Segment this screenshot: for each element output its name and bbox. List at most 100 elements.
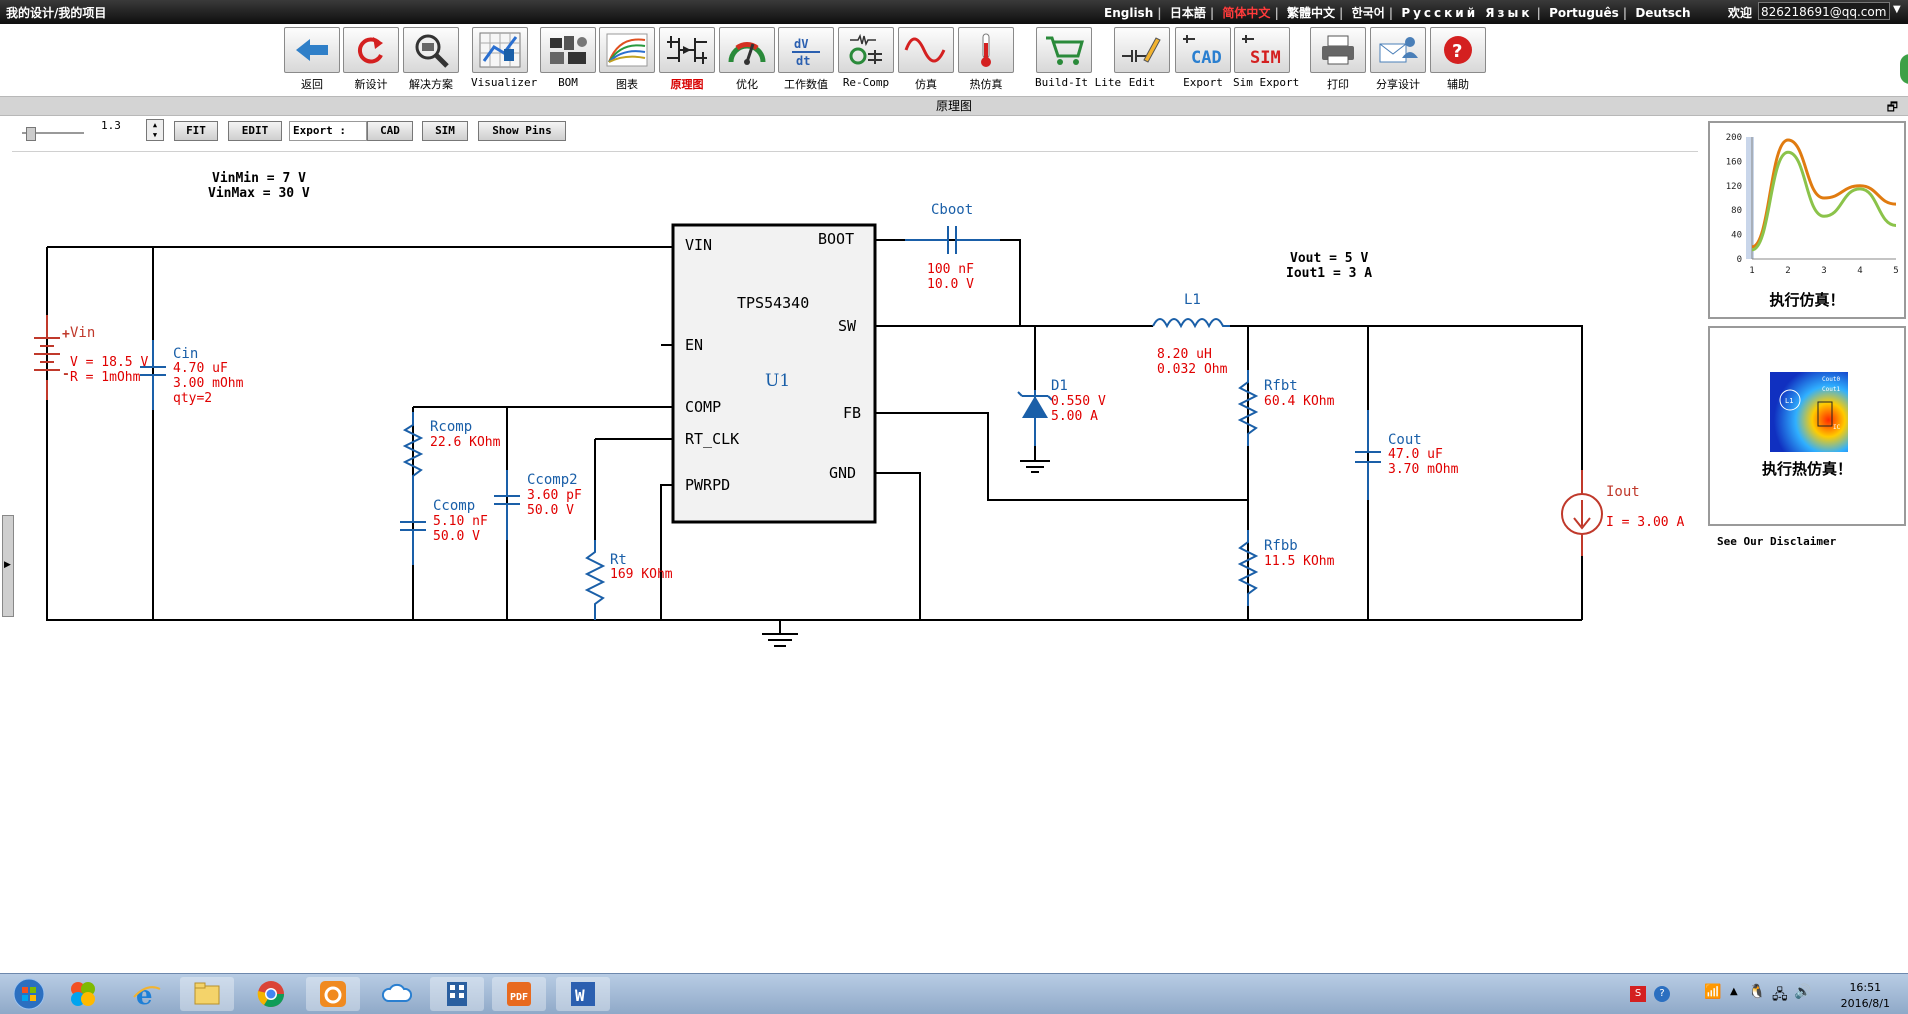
side-circle-icon[interactable] — [1900, 54, 1908, 84]
edit-button[interactable]: Edit — [1113, 27, 1171, 89]
thermal-sim-button[interactable]: 热仿真 — [957, 27, 1015, 92]
bom-label: BOM — [558, 76, 578, 89]
bom-button[interactable]: BOM — [539, 27, 597, 89]
help-button[interactable]: ? 辅助 — [1429, 27, 1487, 92]
lang-korean[interactable]: 한국어 — [1352, 6, 1385, 20]
chart-x-tick-label: 5 — [1893, 266, 1898, 276]
d1-voltage: 0.550 V — [1051, 394, 1106, 409]
printer-icon — [1310, 27, 1366, 73]
tray-help-icon[interactable]: ? — [1654, 986, 1670, 1002]
svg-text:e: e — [136, 981, 153, 1009]
schematic-canvas[interactable]: + - VinMin = 7 V VinMax = 30 V Vout = 5 … — [0, 152, 1700, 672]
lang-japanese[interactable]: 日本語 — [1170, 6, 1206, 20]
lang-traditional-chinese[interactable]: 繁體中文 — [1287, 6, 1335, 20]
start-orb-icon[interactable] — [2, 977, 56, 1011]
lang-portuguese[interactable]: Português — [1549, 6, 1619, 20]
chrome-icon[interactable] — [244, 977, 298, 1011]
current-source-icon — [1561, 470, 1603, 556]
thermal-panel[interactable]: L1 Cout0 Cout1 IC 执行热仿真！ — [1708, 326, 1906, 526]
schematic-button[interactable]: 原理图 — [658, 27, 716, 92]
cin-esr: 3.00 mOhm — [173, 376, 244, 391]
breadcrumb[interactable]: 我的设计/我的项目 — [6, 4, 106, 21]
edit-mode-button[interactable]: EDIT — [228, 121, 282, 141]
ie-icon[interactable]: e — [120, 977, 174, 1011]
chart-x-tick-label: 3 — [1821, 266, 1826, 276]
volume-icon[interactable]: 🔊 — [1794, 984, 1811, 1000]
ccomp2-name: Ccomp2 — [527, 472, 578, 488]
video-icon[interactable] — [430, 977, 484, 1011]
account-dropdown[interactable]: 826218691@qq.com — [1758, 2, 1890, 20]
lang-russian[interactable]: Русский Язык — [1401, 6, 1532, 20]
back-button[interactable]: 返回 — [283, 27, 341, 92]
build-it-lite-button[interactable]: Build-It Lite — [1035, 27, 1121, 89]
lang-simplified-chinese[interactable]: 简体中文 — [1222, 6, 1270, 20]
pdf-icon[interactable]: PDF — [492, 977, 546, 1011]
zoom-stepper[interactable]: ▲ ▼ — [146, 119, 164, 141]
sim-export-button[interactable]: SIM Sim Export — [1233, 27, 1299, 89]
pin-comp: COMP — [685, 398, 721, 416]
baidu-cloud-icon[interactable] — [370, 977, 424, 1011]
chevron-up-icon[interactable]: ▲ — [1730, 986, 1738, 997]
ccomp-voltage: 50.0 V — [433, 529, 480, 544]
word-icon[interactable]: W — [556, 977, 610, 1011]
zoom-slider[interactable] — [22, 121, 84, 141]
uc-browser-icon[interactable] — [306, 977, 360, 1011]
lang-english[interactable]: English — [1104, 6, 1153, 20]
explorer-icon[interactable] — [180, 977, 234, 1011]
network-icon[interactable]: 🖧 — [1772, 984, 1788, 1008]
recomp-button[interactable]: Re-Comp — [837, 27, 895, 89]
gauge-icon — [719, 27, 775, 73]
qq-icon[interactable]: 🐧 — [1748, 984, 1765, 1000]
windows-icon[interactable] — [56, 977, 110, 1011]
simulate-button[interactable]: 仿真 — [897, 27, 955, 92]
operating-values-button[interactable]: dV dt 工作数值 — [777, 27, 835, 92]
show-pins-button[interactable]: Show Pins — [478, 121, 566, 141]
svg-text:-: - — [62, 367, 70, 382]
charts-button[interactable]: 图表 — [598, 27, 656, 92]
welcome-label: 欢迎 — [1728, 6, 1753, 20]
back-arrow-icon — [284, 27, 340, 73]
side-panel-toggle[interactable]: ▶ — [2, 515, 14, 617]
share-design-button[interactable]: 分享设计 — [1369, 27, 1427, 92]
diode-ground-icon — [1020, 446, 1050, 473]
simulation-panel[interactable]: 0 40 80 120 160 200 1 2 3 4 5 执行仿真！ — [1708, 121, 1906, 319]
pin-rt-clk: RT_CLK — [685, 430, 739, 448]
svg-text:?: ? — [1452, 41, 1462, 62]
export-button[interactable]: CAD Export — [1174, 27, 1232, 89]
ground-icon — [762, 633, 798, 647]
optimize-button[interactable]: 优化 — [718, 27, 776, 92]
pin-vin: VIN — [685, 236, 712, 254]
run-thermal-sim-label[interactable]: 执行热仿真！ — [1710, 458, 1904, 479]
sim-icon: SIM — [1234, 27, 1290, 73]
thermal-label-l1: L1 — [1785, 397, 1793, 405]
chevron-down-icon[interactable]: ▼ — [1893, 4, 1901, 15]
rfbt-value: 60.4 KOhm — [1264, 394, 1335, 409]
svg-text:CAD: CAD — [1191, 48, 1222, 68]
svg-text:+: + — [62, 327, 70, 342]
disclaimer-link[interactable]: See Our Disclaimer — [1717, 535, 1836, 548]
lang-german[interactable]: Deutsch — [1635, 6, 1690, 20]
cin-capacitance: 4.70 uF — [173, 361, 228, 376]
wifi-icon[interactable]: 📶 — [1704, 984, 1721, 1000]
stepper-up-icon[interactable]: ▲ — [147, 120, 163, 130]
stepper-down-icon[interactable]: ▼ — [147, 130, 163, 140]
new-design-button[interactable]: 新设计 — [342, 27, 400, 92]
sim-export-small-button[interactable]: SIM — [422, 121, 468, 141]
solutions-button[interactable]: 解决方案 — [402, 27, 460, 92]
solutions-label: 解决方案 — [409, 78, 453, 91]
visualizer-button[interactable]: Visualizer — [471, 27, 537, 89]
rfbb-resistor-icon — [1237, 530, 1259, 606]
run-simulation-label[interactable]: 执行仿真！ — [1710, 289, 1904, 310]
restore-window-icon[interactable]: 🗗 — [1887, 98, 1898, 116]
ccomp-name: Ccomp — [433, 498, 475, 514]
cout-name: Cout — [1388, 432, 1422, 448]
system-tray: S ? 📶 ▲ 🐧 🖧 🔊 16:51 2016/8/1 — [1630, 978, 1900, 1010]
pin-gnd: GND — [829, 464, 856, 482]
thermal-label-cout0: Cout0 — [1822, 376, 1840, 383]
rcomp-value: 22.6 KOhm — [430, 435, 501, 450]
clock[interactable]: 16:51 2016/8/1 — [1841, 980, 1890, 1012]
tray-s-icon[interactable]: S — [1630, 986, 1646, 1002]
print-button[interactable]: 打印 — [1309, 27, 1367, 92]
cad-export-button[interactable]: CAD — [367, 121, 413, 141]
fit-button[interactable]: FIT — [174, 121, 218, 141]
